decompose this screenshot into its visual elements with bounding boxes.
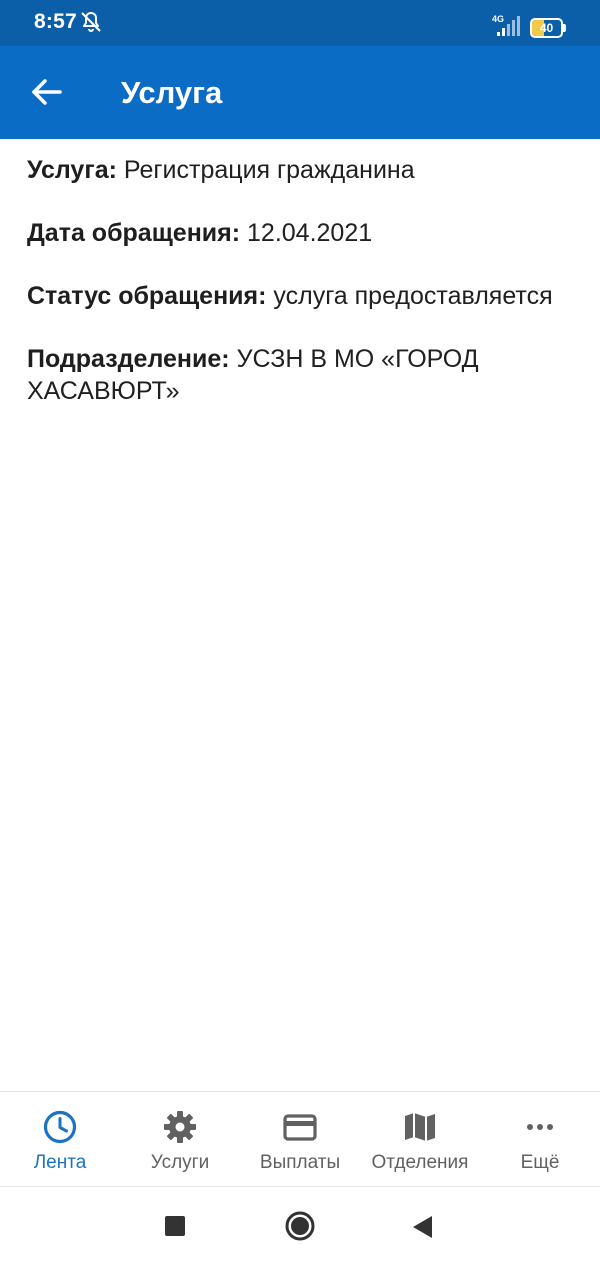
home-button[interactable]	[284, 1210, 316, 1242]
nav-label: Услуги	[150, 1152, 210, 1173]
map-icon	[405, 1113, 435, 1141]
gear-icon	[164, 1111, 196, 1143]
detail-value: 12.04.2021	[240, 219, 373, 247]
system-back-button[interactable]	[410, 1214, 434, 1240]
service-details: Услуга: Регистрация гражданина Дата обра…	[27, 154, 572, 438]
battery-icon: 40	[530, 18, 566, 38]
battery-level: 40	[539, 21, 554, 35]
nav-label: Ещё	[520, 1152, 560, 1173]
signal-icon	[497, 16, 520, 36]
nav-item-branches[interactable]: Отделения	[360, 1092, 480, 1186]
app-bar: Услуга	[0, 46, 600, 139]
detail-value: услуга предоставляется	[266, 282, 553, 310]
notifications-off-icon	[81, 12, 101, 32]
status-bar: 8:57 4G 40	[0, 0, 600, 46]
detail-date: Дата обращения: 12.04.2021	[27, 217, 572, 249]
nav-label: Лента	[33, 1152, 87, 1173]
more-horizontal-icon	[527, 1124, 553, 1130]
recent-apps-button[interactable]	[165, 1216, 185, 1236]
detail-status: Статус обращения: услуга предоставляется	[27, 280, 572, 312]
detail-department: Подразделение: УСЗН В МО «ГОРОД ХАСАВЮРТ…	[27, 343, 572, 407]
nav-item-services[interactable]: Услуги	[120, 1092, 240, 1186]
status-time: 8:57	[34, 10, 77, 33]
system-navigation-bar	[0, 1188, 600, 1265]
bottom-navigation: Лента Услуги Выплаты Отделения Ещё	[0, 1091, 600, 1187]
clock-icon	[43, 1110, 77, 1144]
back-arrow-icon[interactable]	[22, 68, 70, 116]
nav-item-payments[interactable]: Выплаты	[240, 1092, 360, 1186]
detail-label: Услуга:	[27, 156, 117, 184]
detail-label: Подразделение:	[27, 345, 230, 373]
page-title: Услуга	[121, 75, 223, 110]
nav-label: Выплаты	[259, 1152, 341, 1173]
nav-item-feed[interactable]: Лента	[0, 1092, 120, 1186]
detail-label: Статус обращения:	[27, 282, 267, 310]
detail-label: Дата обращения:	[27, 219, 241, 247]
credit-card-icon	[283, 1114, 317, 1141]
detail-service: Услуга: Регистрация гражданина	[27, 154, 572, 186]
nav-item-more[interactable]: Ещё	[480, 1092, 600, 1186]
nav-label: Отделения	[371, 1152, 469, 1173]
detail-value: Регистрация гражданина	[116, 156, 415, 184]
